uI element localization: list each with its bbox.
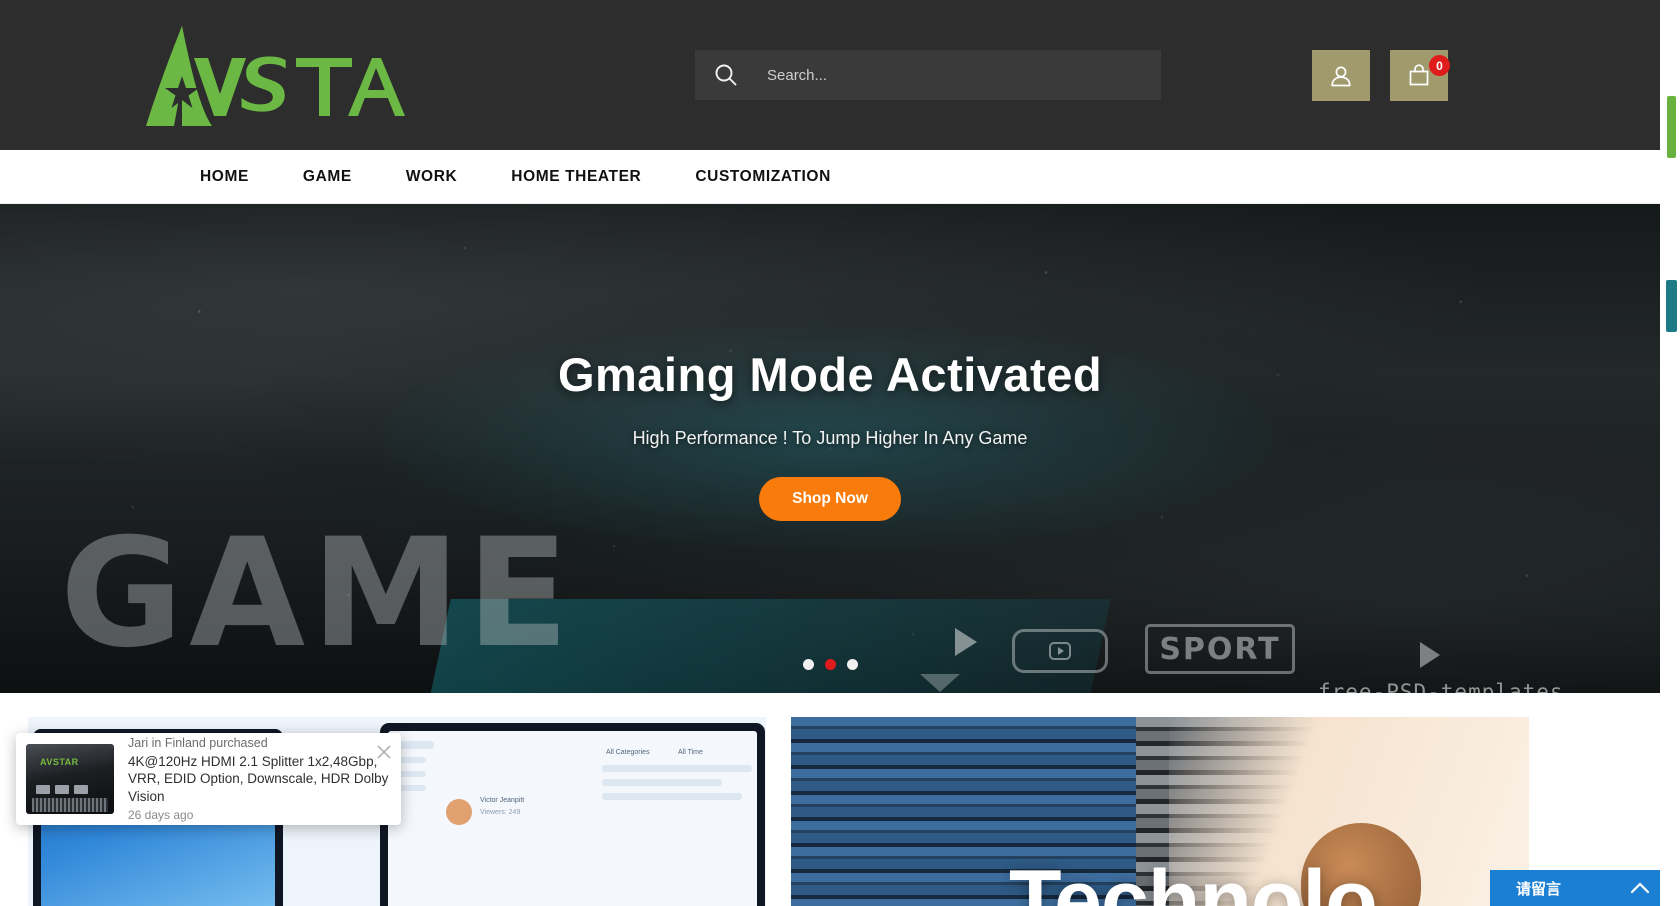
- browser-viewport: 0 HOME GAME WORK HOME THEATER CUSTOMIZAT…: [0, 0, 1680, 906]
- scrollbar-thumb-primary[interactable]: [1667, 96, 1676, 158]
- hero-content: Gmaing Mode Activated High Performance !…: [0, 204, 1660, 521]
- screen-avatar: [446, 799, 472, 825]
- product-thumb-ports: [36, 785, 88, 794]
- carousel-dot-1[interactable]: [802, 659, 814, 670]
- nav-item-home[interactable]: HOME: [200, 168, 249, 186]
- screen-user-name: Victor Jeanpitt: [480, 797, 525, 804]
- toast-timestamp: 26 days ago: [128, 807, 194, 822]
- cart-count-badge: 0: [1429, 55, 1450, 76]
- live-chat-widget[interactable]: 请留言: [1490, 870, 1662, 906]
- server-rack-left: [791, 717, 1136, 906]
- carousel-dot-3[interactable]: [846, 659, 858, 670]
- carousel-dots: [0, 659, 1660, 670]
- main-navigation: HOME GAME WORK HOME THEATER CUSTOMIZATIO…: [0, 150, 1660, 204]
- hero-subtitle: High Performance ! To Jump Higher In Any…: [632, 428, 1028, 448]
- site-header: 0: [0, 0, 1660, 150]
- monitor-screen: Victor Jeanpitt Viewers: 249 All Categor…: [388, 731, 757, 906]
- person-head: [1301, 823, 1421, 906]
- screen-filter-time: All Time: [678, 749, 703, 756]
- product-thumbnail: AVSTAR: [26, 744, 114, 814]
- monitor-illustration: Victor Jeanpitt Viewers: 249 All Categor…: [380, 723, 765, 906]
- search-input[interactable]: [739, 50, 1161, 100]
- chat-label: 请留言: [1516, 879, 1562, 898]
- hero-title: Gmaing Mode Activated: [557, 348, 1103, 401]
- feature-card-technology[interactable]: Technolo: [791, 717, 1529, 906]
- nav-item-work[interactable]: WORK: [406, 168, 457, 186]
- close-icon[interactable]: [377, 745, 391, 759]
- chevron-up-icon[interactable]: [1630, 881, 1650, 895]
- user-icon: [1328, 63, 1354, 89]
- product-thumb-base: [32, 798, 108, 812]
- toast-body: Jari in Finland purchased 4K@120Hz HDMI …: [114, 736, 391, 822]
- toast-product-name[interactable]: 4K@120Hz HDMI 2.1 Splitter 1x2,48Gbp, VR…: [128, 753, 391, 805]
- search-icon: [713, 62, 739, 88]
- purchase-notification-toast[interactable]: AVSTAR Jari in Finland purchased 4K@120H…: [16, 733, 401, 825]
- nav-item-home-theater[interactable]: HOME THEATER: [511, 168, 641, 186]
- vertical-scrollbar[interactable]: [1660, 0, 1680, 906]
- screen-filter-categories: All Categories: [606, 749, 650, 756]
- shop-now-button[interactable]: Shop Now: [759, 477, 901, 521]
- scrollbar-thumb-secondary[interactable]: [1666, 280, 1677, 332]
- screen-user-meta: Viewers: 249: [480, 809, 521, 816]
- account-button[interactable]: [1312, 50, 1370, 101]
- search-bar[interactable]: [695, 50, 1161, 100]
- carousel-dot-2[interactable]: [824, 659, 836, 670]
- nav-item-game[interactable]: GAME: [303, 168, 352, 186]
- technology-card-artwork: Technolo: [791, 717, 1529, 906]
- nav-item-customization[interactable]: CUSTOMIZATION: [695, 168, 831, 186]
- product-thumb-logo: AVSTAR: [40, 757, 79, 767]
- person-photo: [1169, 717, 1529, 906]
- cart-button[interactable]: 0: [1390, 50, 1450, 101]
- brand-logo[interactable]: [120, 18, 405, 130]
- hero-carousel: GAME SPORT ACTION RACE f YOUR CHANNEL: [0, 204, 1660, 693]
- toast-buyer: Jari in Finland purchased: [128, 736, 268, 751]
